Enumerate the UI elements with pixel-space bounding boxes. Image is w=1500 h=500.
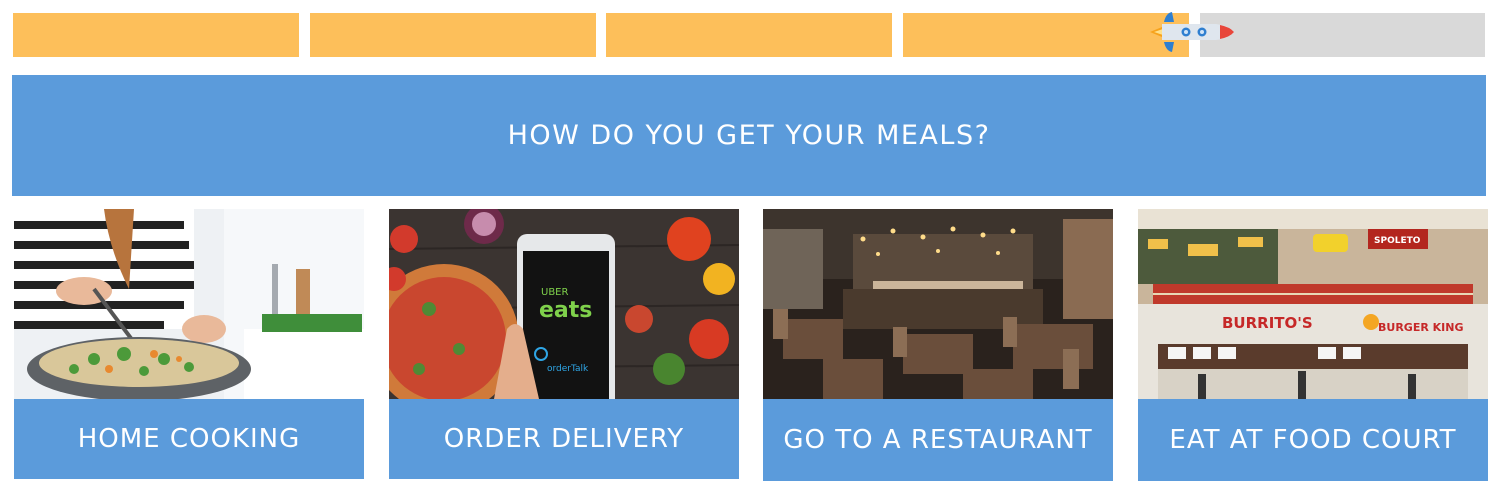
progress-segment-3: [606, 13, 892, 57]
food-delivery-app-photo: UBER eats orderTalk: [389, 209, 739, 399]
option-label-order-delivery[interactable]: ORDER DELIVERY: [389, 399, 739, 479]
option-label-food-court[interactable]: EAT AT FOOD COURT: [1138, 399, 1488, 481]
restaurant-interior-photo: [763, 209, 1113, 399]
eats-text: eats: [539, 298, 592, 323]
uber-text: UBER: [541, 287, 568, 298]
burritos-sign: BURRITO'S: [1222, 314, 1313, 332]
question-banner: HOW DO YOU GET YOUR MEALS?: [12, 75, 1486, 196]
spoleto-sign: SPOLETO: [1374, 236, 1421, 246]
option-label-home-cooking[interactable]: HOME COOKING: [14, 399, 364, 479]
progress-segment-2: [310, 13, 596, 57]
question-title: HOW DO YOU GET YOUR MEALS?: [507, 120, 991, 151]
option-card-food-court[interactable]: SPOLETO BURRITO'S BURGER KING EAT AT FOO…: [1138, 209, 1488, 481]
rocket-icon: [1150, 12, 1234, 52]
ordertalk-text: orderTalk: [547, 364, 589, 374]
progress-bar: [13, 13, 1485, 57]
progress-segment-5: [1200, 13, 1485, 57]
progress-segment-1: [13, 13, 299, 57]
option-card-restaurant[interactable]: GO TO A RESTAURANT: [763, 209, 1113, 481]
option-card-order-delivery[interactable]: UBER eats orderTalk ORDER DELIVERY: [389, 209, 739, 481]
progress-segment-4: [903, 13, 1189, 57]
food-court-photo: SPOLETO BURRITO'S BURGER KING: [1138, 209, 1488, 399]
option-card-home-cooking[interactable]: HOME COOKING: [14, 209, 364, 481]
option-label-restaurant[interactable]: GO TO A RESTAURANT: [763, 399, 1113, 481]
home-cooking-photo: [14, 209, 364, 399]
burger-king-sign: BURGER KING: [1378, 321, 1463, 334]
